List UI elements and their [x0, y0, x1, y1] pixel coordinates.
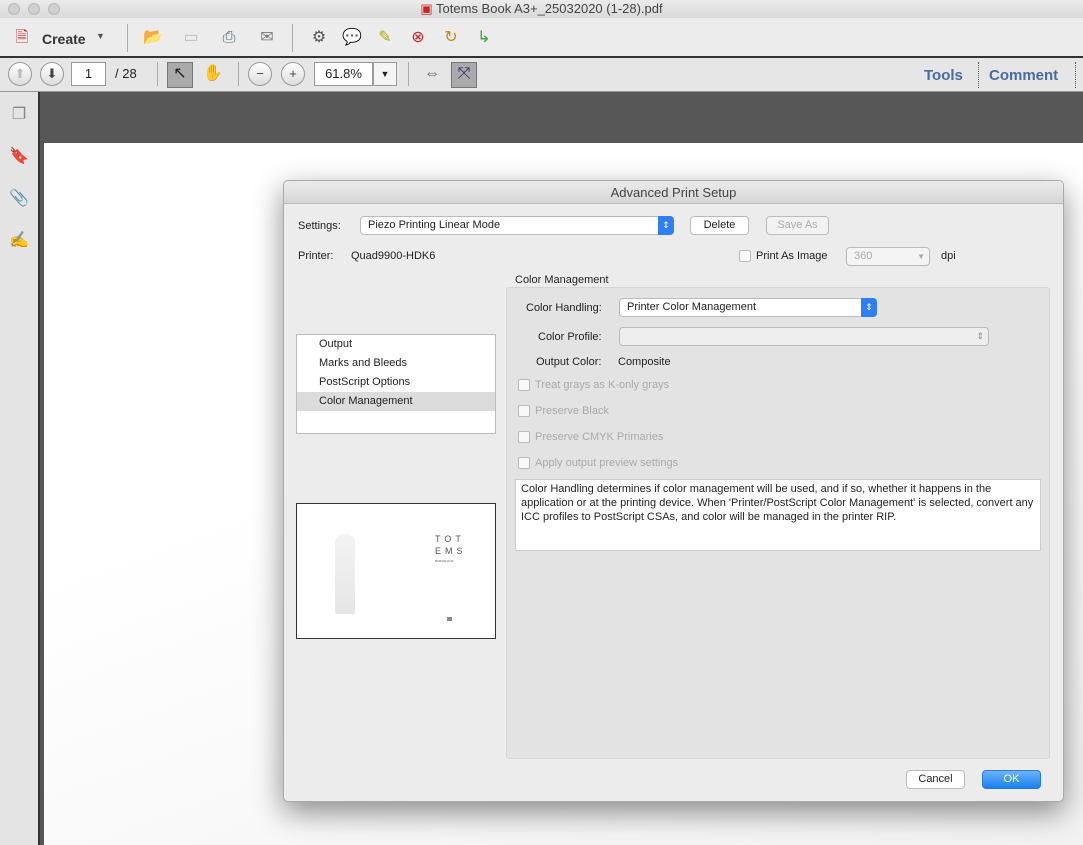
apply-preview-label: Apply output preview settings: [535, 457, 679, 469]
delete-page-icon[interactable]: ⊗: [406, 27, 430, 49]
page-thumbnails-icon[interactable]: ❐: [7, 104, 31, 126]
cancel-button[interactable]: Cancel: [906, 770, 965, 789]
rotate-page-icon[interactable]: ↻: [439, 27, 463, 49]
page-number-input[interactable]: 1: [71, 62, 106, 86]
dialog-title: Advanced Print Setup: [284, 181, 1063, 204]
fit-page-icon[interactable]: ⤧: [451, 62, 477, 88]
text-edit-icon[interactable]: ✎: [373, 27, 397, 49]
settings-label: Settings:: [298, 220, 341, 232]
ok-button[interactable]: OK: [982, 770, 1041, 789]
print-as-image-label: Print As Image: [756, 250, 828, 262]
output-color-value: Composite: [618, 356, 671, 368]
previous-page-icon[interactable]: ⬆: [8, 62, 32, 86]
window-title: Totems Book A3+_25032020 (1-28).pdf: [436, 1, 663, 16]
select-tool-icon[interactable]: ↖: [167, 62, 193, 88]
comment-tab[interactable]: Comment: [989, 67, 1058, 84]
color-handling-select[interactable]: Printer Color Management ⇕: [619, 298, 877, 317]
extract-page-icon[interactable]: ↳: [472, 27, 496, 49]
apply-preview-checkbox[interactable]: [518, 457, 530, 469]
hand-tool-icon[interactable]: ✋: [201, 63, 225, 85]
advanced-print-setup-dialog: Advanced Print Setup Settings: Piezo Pri…: [283, 180, 1064, 802]
printer-label: Printer:: [298, 250, 334, 262]
next-page-icon[interactable]: ⬇: [40, 62, 64, 86]
list-item-output[interactable]: Output: [297, 335, 495, 354]
color-profile-select[interactable]: ⇕: [619, 327, 989, 346]
section-title: Color Management: [515, 274, 609, 286]
stepper-icon: ⇕: [861, 298, 877, 317]
preview-subtitle: BARCELONA: [435, 559, 454, 563]
zoom-window-button[interactable]: [48, 3, 60, 15]
preview-title-2: EMS: [435, 546, 467, 556]
navigation-toolbar: ⬆ ⬇ 1 / 28 ↖ ✋ − + 61.8% ▼ ⇔ ⤧ Tools Com…: [0, 58, 1083, 92]
main-toolbar: 🗎 Create ▼ 📂 ▭ ⎙ ✉ ⚙ 💬 ✎ ⊗ ↻ ↳: [0, 18, 1083, 58]
treat-grays-label: Treat grays as K-only grays: [535, 379, 670, 391]
print-as-image-checkbox[interactable]: [739, 250, 751, 262]
color-handling-value: Printer Color Management: [627, 301, 757, 313]
category-list: Output Marks and Bleeds PostScript Optio…: [296, 334, 496, 434]
signatures-icon[interactable]: ✍: [7, 230, 31, 252]
color-handling-label: Color Handling:: [526, 302, 602, 314]
stepper-icon: ⇕: [658, 216, 674, 235]
preserve-black-checkbox[interactable]: [518, 405, 530, 417]
preview-title-1: TOT: [435, 534, 465, 544]
zoom-out-icon[interactable]: −: [248, 62, 272, 86]
output-color-label: Output Color:: [536, 356, 602, 368]
window-titlebar: ▣ Totems Book A3+_25032020 (1-28).pdf: [0, 0, 1083, 18]
list-item-marks-and-bleeds[interactable]: Marks and Bleeds: [297, 354, 495, 373]
dpi-label: dpi: [941, 250, 956, 262]
zoom-in-icon[interactable]: +: [281, 62, 305, 86]
settings-value: Piezo Printing Linear Mode: [368, 219, 501, 231]
preserve-cmyk-checkbox[interactable]: [518, 431, 530, 443]
preserve-black-label: Preserve Black: [535, 405, 609, 417]
zoom-dropdown-icon[interactable]: ▼: [373, 62, 397, 86]
bookmarks-icon[interactable]: 🔖: [7, 146, 31, 168]
list-item-postscript-options[interactable]: PostScript Options: [297, 373, 495, 392]
save-as-button[interactable]: Save As: [766, 216, 829, 235]
printer-value: Quad9900-HDK6: [351, 250, 436, 262]
settings-select[interactable]: Piezo Printing Linear Mode ⇕: [360, 216, 674, 235]
navigation-sidebar: ❐ 🔖 📎 ✍: [0, 92, 40, 845]
pdf-file-icon: ▣: [420, 1, 437, 16]
fit-width-icon[interactable]: ⇔: [420, 63, 444, 85]
delete-button[interactable]: Delete: [690, 216, 749, 235]
close-window-button[interactable]: [8, 3, 20, 15]
open-folder-icon[interactable]: 📂: [141, 27, 165, 49]
dpi-value: 360: [854, 250, 873, 262]
zoom-level-input[interactable]: 61.8%: [314, 62, 373, 86]
page-total: / 28: [115, 66, 137, 81]
create-pdf-icon[interactable]: 🗎: [10, 27, 34, 49]
minimize-window-button[interactable]: [28, 3, 40, 15]
treat-grays-checkbox[interactable]: [518, 379, 530, 391]
totem-illustration: [335, 534, 355, 614]
settings-gear-icon[interactable]: ⚙: [307, 27, 331, 49]
create-dropdown-icon[interactable]: ▼: [96, 31, 105, 41]
tools-tab[interactable]: Tools: [924, 67, 963, 84]
help-text: Color Handling determines if color manag…: [515, 479, 1041, 551]
page-preview: TOT EMS BARCELONA: [296, 503, 496, 639]
color-management-panel: Color Handling: Printer Color Management…: [506, 287, 1050, 759]
create-button[interactable]: Create: [42, 31, 86, 47]
color-profile-label: Color Profile:: [538, 331, 602, 343]
print-icon[interactable]: ⎙: [217, 27, 241, 49]
save-icon[interactable]: ▭: [179, 27, 203, 49]
email-icon[interactable]: ✉: [255, 27, 279, 49]
preserve-cmyk-label: Preserve CMYK Primaries: [535, 431, 664, 443]
list-item-color-management[interactable]: Color Management: [297, 392, 495, 411]
comment-bubble-icon[interactable]: 💬: [340, 27, 364, 49]
dpi-select[interactable]: 360 ▼: [846, 247, 930, 266]
attachments-icon[interactable]: 📎: [7, 188, 31, 210]
